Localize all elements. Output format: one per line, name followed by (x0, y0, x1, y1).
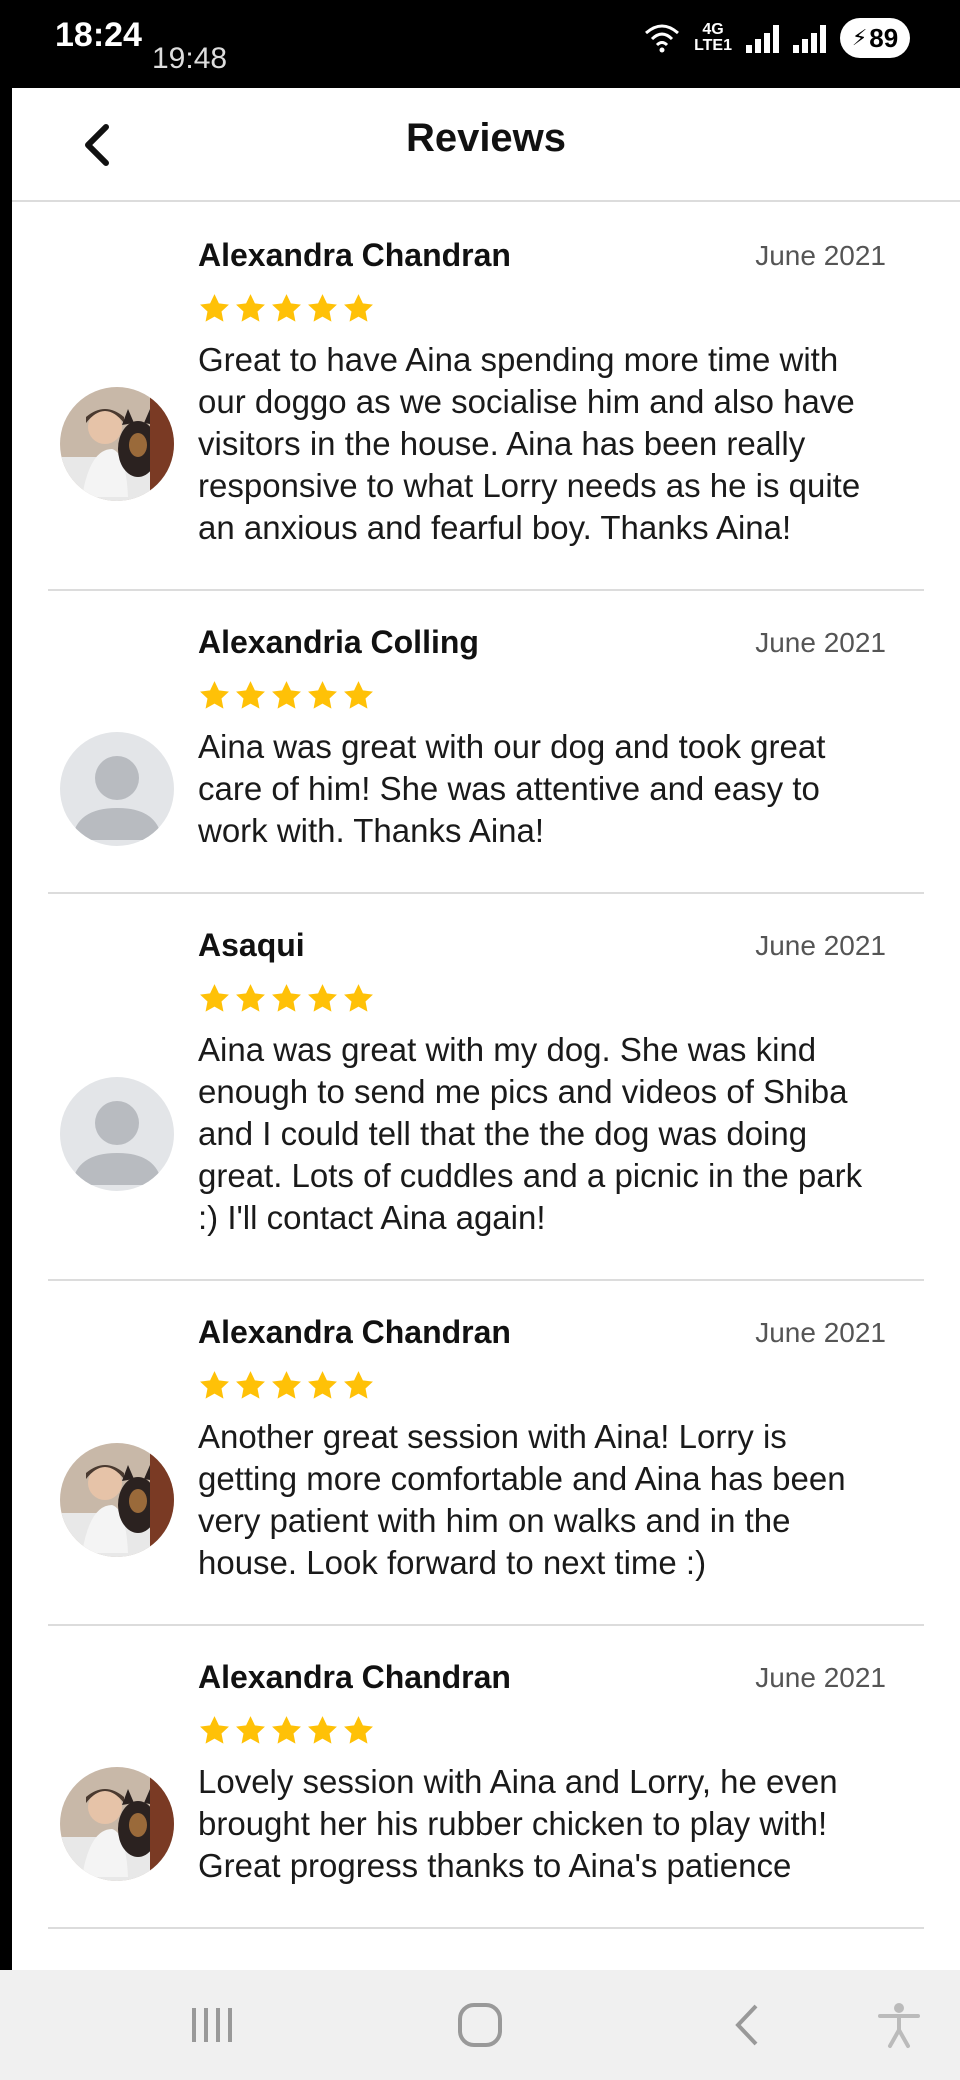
star-icon (272, 294, 301, 322)
review-item: Alexandra Chandran June 2021 Lovely sess… (48, 1626, 924, 1929)
star-icon (344, 1371, 373, 1399)
accessibility-icon[interactable] (874, 2000, 924, 2050)
reviewer-photo (60, 1767, 174, 1881)
reviewer-name: Asaqui (198, 927, 305, 963)
review-text: Another great session with Aina! Lorry i… (198, 1418, 846, 1581)
page-title: Reviews (405, 116, 567, 160)
network-type: 4G (702, 21, 724, 38)
recents-icon[interactable] (188, 2000, 238, 2050)
system-nav-bar (0, 1970, 960, 2080)
star-icon (308, 294, 337, 322)
review-text: Lovely session with Aina and Lorry, he e… (198, 1763, 838, 1884)
reviewer-name: Alexandra Chandran (198, 1314, 511, 1350)
review-text: Aina was great with my dog. She was kind… (198, 1031, 863, 1236)
charging-icon: ⚡ (851, 25, 868, 50)
star-icon (236, 1716, 265, 1744)
review-date: June 2021 (755, 239, 886, 271)
star-icon (344, 984, 373, 1012)
wifi-icon (645, 24, 680, 53)
star-rating (198, 982, 886, 1015)
review-date: June 2021 (755, 1661, 886, 1693)
star-icon (236, 1371, 265, 1399)
reviewer-name: Alexandra Chandran (198, 237, 511, 273)
battery-level: 89 (869, 22, 899, 53)
star-rating (198, 1369, 886, 1402)
review-list[interactable]: Alexandra Chandran June 2021 Great to ha… (12, 204, 960, 1929)
star-rating (198, 1714, 886, 1747)
review-item: Alexandra Chandran June 2021 Great to ha… (48, 204, 924, 591)
star-icon (200, 681, 229, 709)
star-icon (344, 294, 373, 322)
star-rating (198, 679, 886, 712)
network-indicator: 4G LTE1 (694, 22, 732, 54)
star-icon (200, 1716, 229, 1744)
review-text: Aina was great with our dog and took gre… (198, 728, 826, 849)
back-icon[interactable] (728, 2000, 768, 2050)
star-icon (272, 1371, 301, 1399)
home-icon[interactable] (455, 2000, 505, 2050)
star-icon (272, 1716, 301, 1744)
status-bar: 18:24 19:48 4G LTE1 ⚡ 89 (0, 0, 960, 88)
star-icon (200, 984, 229, 1012)
star-icon (236, 984, 265, 1012)
star-icon (236, 294, 265, 322)
star-icon (308, 1371, 337, 1399)
star-icon (200, 1371, 229, 1399)
reviewer-photo (60, 387, 174, 501)
app-header: Reviews (12, 88, 960, 202)
star-icon (272, 984, 301, 1012)
star-icon (272, 681, 301, 709)
star-icon (344, 681, 373, 709)
avatar-placeholder-icon (60, 732, 174, 846)
battery-indicator: ⚡ 89 (840, 18, 910, 58)
avatar-placeholder-icon (60, 1077, 174, 1191)
review-item: Alexandria Colling June 2021 Aina was gr… (48, 591, 924, 894)
signal-icon-2 (793, 23, 826, 53)
review-date: June 2021 (755, 929, 886, 961)
reviews-screen: Reviews Alexandra Chandran June 2021 Gre… (12, 88, 960, 1970)
star-icon (308, 984, 337, 1012)
reviewer-photo (60, 1443, 174, 1557)
review-item: Asaqui June 2021 Aina was great with my … (48, 894, 924, 1281)
star-icon (308, 1716, 337, 1744)
status-secondary-time: 19:48 (152, 42, 228, 75)
star-icon (344, 1716, 373, 1744)
signal-icon (746, 23, 779, 53)
star-rating (198, 292, 886, 325)
star-icon (236, 681, 265, 709)
review-text: Great to have Aina spending more time wi… (198, 341, 861, 546)
star-icon (308, 681, 337, 709)
status-time: 18:24 (55, 16, 142, 54)
review-date: June 2021 (755, 626, 886, 658)
reviewer-name: Alexandra Chandran (198, 1659, 511, 1695)
reviewer-name: Alexandria Colling (198, 624, 479, 660)
status-right-icons: 4G LTE1 ⚡ 89 (644, 18, 910, 58)
network-name: LTE1 (694, 37, 732, 54)
review-item: Alexandra Chandran June 2021 Another gre… (48, 1281, 924, 1626)
star-icon (200, 294, 229, 322)
review-date: June 2021 (755, 1316, 886, 1348)
